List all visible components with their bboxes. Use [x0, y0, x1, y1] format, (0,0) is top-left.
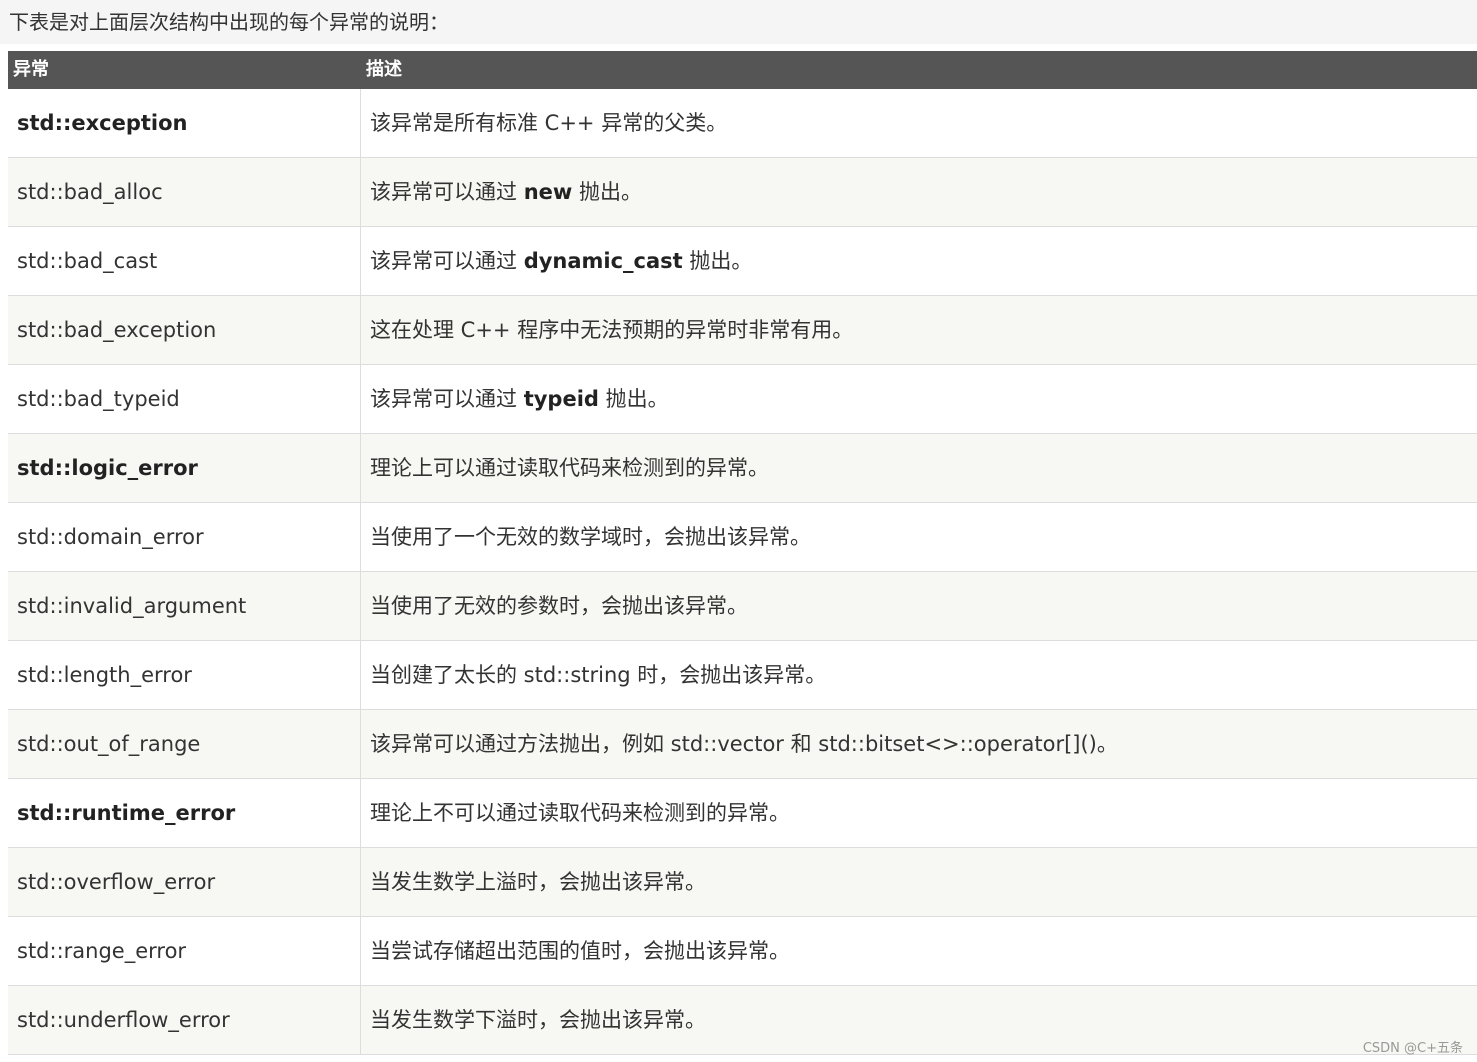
exception-name: std::domain_error — [17, 525, 204, 549]
table-row: std::out_of_range 该异常可以通过方法抛出，例如 std::vec… — [8, 710, 1477, 779]
description-text: 这在处理 C++ 程序中无法预期的异常时非常有用。 — [370, 318, 854, 342]
exception-description: 理论上不可以通过读取代码来检测到的异常。 — [370, 779, 790, 847]
table-row: std::underflow_error 当发生数学下溢时，会抛出该异常。 — [8, 986, 1477, 1055]
description-text: 该异常可以通过 — [370, 387, 524, 411]
table-row: std::runtime_error 理论上不可以通过读取代码来检测到的异常。 — [8, 779, 1477, 848]
description-text: 当使用了无效的参数时，会抛出该异常。 — [370, 594, 748, 618]
exception-name: std::overflow_error — [17, 870, 216, 894]
table-body: std::exception 该异常是所有标准 C++ 异常的父类。std::ba… — [8, 89, 1477, 1055]
exception-description: 该异常是所有标准 C++ 异常的父类。 — [370, 89, 727, 157]
exception-description: 当尝试存储超出范围的值时，会抛出该异常。 — [370, 917, 790, 985]
description-text-suffix: 抛出。 — [682, 249, 753, 273]
description-keyword: new — [523, 180, 573, 204]
exception-description: 当发生数学上溢时，会抛出该异常。 — [370, 848, 706, 916]
table-header: 异常 描述 — [8, 51, 1477, 89]
description-text: 当尝试存储超出范围的值时，会抛出该异常。 — [370, 939, 790, 963]
exception-description: 当发生数学下溢时，会抛出该异常。 — [370, 986, 706, 1054]
exception-description: 该异常可以通过方法抛出，例如 std::vector 和 std::bitset… — [370, 710, 1118, 778]
header-exception: 异常 — [13, 59, 49, 80]
table-row: std::bad_typeid 该异常可以通过 typeid 抛出。 — [8, 365, 1477, 434]
exception-name: std::bad_cast — [17, 249, 158, 273]
exception-name: std::invalid_argument — [17, 594, 247, 618]
table-row: std::logic_error 理论上可以通过读取代码来检测到的异常。 — [8, 434, 1477, 503]
description-text: 当发生数学下溢时，会抛出该异常。 — [370, 1008, 706, 1032]
table-row: std::bad_alloc 该异常可以通过 new 抛出。 — [8, 158, 1477, 227]
table-row: std::invalid_argument 当使用了无效的参数时，会抛出该异常。 — [8, 572, 1477, 641]
description-keyword: typeid — [523, 387, 599, 411]
intro-banner: 下表是对上面层次结构中出现的每个异常的说明： — [0, 0, 1477, 44]
description-text: 理论上可以通过读取代码来检测到的异常。 — [370, 456, 769, 480]
exception-name: std::out_of_range — [17, 732, 201, 756]
description-keyword: dynamic_cast — [523, 249, 683, 273]
exception-description: 当使用了无效的参数时，会抛出该异常。 — [370, 572, 748, 640]
exception-description: 该异常可以通过 dynamic_cast 抛出。 — [370, 227, 752, 295]
description-text: 该异常可以通过 — [370, 180, 524, 204]
description-text: 当发生数学上溢时，会抛出该异常。 — [370, 870, 706, 894]
watermark: CSDN @C+五条 — [1362, 1041, 1463, 1056]
exception-name: std::bad_exception — [17, 318, 217, 342]
exception-name: std::underflow_error — [17, 1008, 230, 1032]
description-text: 该异常可以通过方法抛出，例如 std::vector 和 std::bitset… — [370, 732, 1118, 756]
exception-description: 这在处理 C++ 程序中无法预期的异常时非常有用。 — [370, 296, 853, 364]
exception-name: std::range_error — [17, 939, 187, 963]
exception-name: std::bad_alloc — [17, 180, 163, 204]
table-row: std::domain_error 当使用了一个无效的数学域时，会抛出该异常。 — [8, 503, 1477, 572]
exceptions-table: 异常 描述 std::exception 该异常是所有标准 C++ 异常的父类。 s… — [8, 51, 1477, 1055]
intro-text: 下表是对上面层次结构中出现的每个异常的说明： — [9, 10, 449, 34]
exception-description: 理论上可以通过读取代码来检测到的异常。 — [370, 434, 769, 502]
table-row: std::exception 该异常是所有标准 C++ 异常的父类。 — [8, 89, 1477, 158]
exception-name: std::exception — [17, 111, 188, 135]
exception-description: 当使用了一个无效的数学域时，会抛出该异常。 — [370, 503, 811, 571]
table-row: std::length_error 当创建了太长的 std::string 时，会… — [8, 641, 1477, 710]
header-description: 描述 — [366, 59, 402, 80]
description-text-suffix: 抛出。 — [598, 387, 669, 411]
description-text: 理论上不可以通过读取代码来检测到的异常。 — [370, 801, 790, 825]
exception-description: 该异常可以通过 new 抛出。 — [370, 158, 642, 226]
exception-name: std::bad_typeid — [17, 387, 180, 411]
exception-name: std::runtime_error — [17, 801, 236, 825]
description-text: 该异常是所有标准 C++ 异常的父类。 — [370, 111, 728, 135]
description-text: 该异常可以通过 — [370, 249, 524, 273]
description-text: 当创建了太长的 std::string 时，会抛出该异常。 — [370, 663, 827, 687]
table-row: std::bad_exception 这在处理 C++ 程序中无法预期的异常时非常… — [8, 296, 1477, 365]
exception-name: std::logic_error — [17, 456, 198, 480]
table-row: std::overflow_error 当发生数学上溢时，会抛出该异常。 — [8, 848, 1477, 917]
table-row: std::range_error 当尝试存储超出范围的值时，会抛出该异常。 — [8, 917, 1477, 986]
exception-description: 当创建了太长的 std::string 时，会抛出该异常。 — [370, 641, 826, 709]
description-text-suffix: 抛出。 — [572, 180, 642, 204]
exception-description: 该异常可以通过 typeid 抛出。 — [370, 365, 669, 433]
description-text: 当使用了一个无效的数学域时，会抛出该异常。 — [370, 525, 811, 549]
exception-name: std::length_error — [17, 663, 192, 687]
table-row: std::bad_cast 该异常可以通过 dynamic_cast 抛出。 — [8, 227, 1477, 296]
